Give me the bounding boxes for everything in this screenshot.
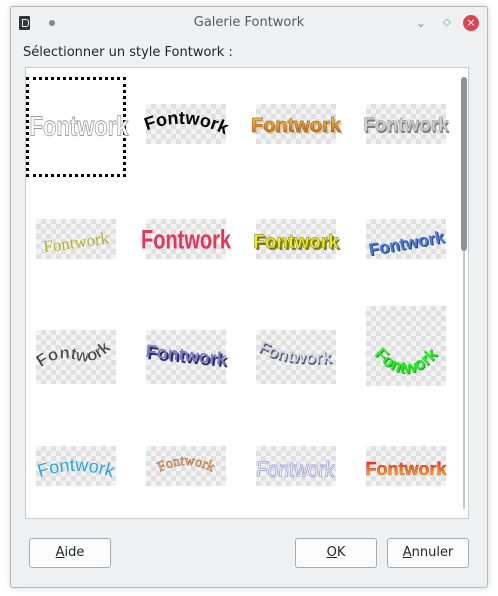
fontwork-preview: Fontwork Fontwork bbox=[366, 219, 447, 260]
fontwork-preview-art: Fontwork Fontwork bbox=[371, 344, 443, 379]
fontwork-preview: Fontwork Fontwork bbox=[145, 330, 230, 384]
fontwork-style-14[interactable]: Fontwork bbox=[136, 418, 236, 518]
fontwork-style-4[interactable]: Fontwork Fontwork bbox=[356, 77, 456, 177]
fontwork-sample-text: Fontwork bbox=[251, 115, 342, 137]
close-icon[interactable]: × bbox=[463, 15, 479, 31]
fontwork-sample-text: Fontwork bbox=[366, 459, 448, 479]
fontwork-style-9[interactable]: Fontwork bbox=[26, 303, 126, 403]
cancel-button-label: nnuler bbox=[411, 545, 454, 560]
fontwork-style-15[interactable]: Fontwork bbox=[246, 418, 346, 518]
fontwork-sample-text: Fontwork bbox=[33, 337, 115, 371]
ok-button[interactable]: OK bbox=[295, 538, 377, 568]
fontwork-sample-text: Fontwork bbox=[367, 227, 446, 259]
fontwork-preview: Fontwork Fontwork bbox=[366, 306, 446, 386]
svg-text:Fontwork: Fontwork bbox=[155, 454, 216, 476]
fontwork-sample-text: Fontwork bbox=[256, 337, 333, 367]
fontwork-sample-text: Fontwork bbox=[155, 454, 217, 476]
fontwork-preview: Fontwork Fontwork bbox=[253, 219, 341, 259]
help-button-mnemonic: A bbox=[55, 545, 65, 560]
fontwork-preview-art: Fontwork bbox=[155, 454, 217, 476]
gallery-scrollbar-track[interactable] bbox=[463, 251, 465, 509]
gallery-scrollbar-thumb[interactable] bbox=[461, 77, 467, 251]
fontwork-style-2[interactable]: Fontwork bbox=[136, 77, 236, 177]
fontwork-sample-text: Fontwork bbox=[255, 457, 336, 481]
fontwork-style-13[interactable]: Fontwork bbox=[26, 418, 126, 518]
select-style-label: Sélectionner un style Fontwork : bbox=[23, 45, 233, 60]
minimize-icon[interactable]: ⌄ bbox=[413, 15, 429, 31]
fontwork-style-3[interactable]: Fontwork Fontwork bbox=[246, 77, 346, 177]
fontwork-style-12[interactable]: Fontwork Fontwork bbox=[356, 303, 456, 403]
fontwork-style-grid[interactable]: Fontwork Fontwork Fontwork Fontwork Font… bbox=[25, 67, 469, 519]
fontwork-preview: Fontwork bbox=[33, 330, 116, 384]
fontwork-style-6[interactable]: Fontwork bbox=[136, 190, 236, 290]
fontwork-preview: Fontwork Fontwork bbox=[251, 104, 344, 144]
fontwork-preview: Fontwork Fontwork bbox=[363, 104, 450, 144]
fontwork-preview-art: Fontwork bbox=[142, 108, 233, 139]
fontwork-preview-art: Fontwork bbox=[365, 459, 448, 479]
cancel-button[interactable]: Annuler bbox=[387, 538, 469, 568]
fontwork-sample-text: Fontwork bbox=[141, 225, 232, 256]
fontwork-sample-text: Fontwork bbox=[42, 228, 111, 256]
fontwork-sample-text: Fontwork bbox=[145, 341, 229, 369]
svg-text:Fontwork: Fontwork bbox=[35, 455, 118, 482]
fontwork-preview: Fontwork bbox=[141, 219, 232, 259]
cancel-button-mnemonic: A bbox=[402, 545, 412, 560]
fontwork-preview: Fontwork bbox=[36, 219, 116, 259]
fontwork-gallery-dialog: Galerie Fontwork ⌄ ◇ × Sélectionner un s… bbox=[10, 6, 488, 588]
svg-text:Fontwork: Fontwork bbox=[142, 108, 233, 139]
fontwork-preview: Fontwork bbox=[35, 446, 118, 486]
fontwork-preview: Fontwork bbox=[146, 446, 226, 486]
ok-button-label: K bbox=[336, 545, 346, 560]
fontwork-preview-art: Fontwork Fontwork bbox=[145, 341, 230, 372]
fontwork-preview-art: Fontwork Fontwork bbox=[367, 227, 447, 260]
fontwork-sample-text: Fontwork bbox=[253, 232, 339, 253]
svg-text:Fontwork: Fontwork bbox=[371, 344, 442, 378]
fontwork-preview: Fontwork bbox=[255, 446, 337, 486]
fontwork-style-10[interactable]: Fontwork Fontwork bbox=[136, 303, 236, 403]
fontwork-style-11[interactable]: Fontwork Fontwork bbox=[246, 303, 346, 403]
fontwork-preview-art: Fontwork bbox=[255, 457, 337, 482]
svg-text:Fontwork: Fontwork bbox=[33, 337, 115, 370]
fontwork-sample-text: Fontwork bbox=[371, 344, 442, 378]
title-bar[interactable]: Galerie Fontwork ⌄ ◇ × bbox=[11, 7, 487, 39]
help-button-label: ide bbox=[64, 545, 85, 560]
fontwork-sample-text: Fontwork bbox=[30, 111, 129, 142]
fontwork-style-5[interactable]: Fontwork bbox=[26, 190, 126, 290]
fontwork-preview-art: Fontwork Fontwork bbox=[363, 115, 450, 138]
fontwork-sample-text: Fontwork bbox=[363, 115, 449, 136]
fontwork-preview: Fontwork bbox=[142, 104, 233, 144]
ok-button-mnemonic: O bbox=[326, 545, 337, 560]
fontwork-style-7[interactable]: Fontwork Fontwork bbox=[246, 190, 346, 290]
fontwork-preview-art: Fontwork Fontwork bbox=[251, 115, 344, 139]
fontwork-sample-text: Fontwork bbox=[35, 455, 118, 482]
fontwork-preview-art: Fontwork bbox=[29, 111, 129, 143]
fontwork-preview-art: Fontwork bbox=[33, 337, 115, 371]
svg-text:Fontwork: Fontwork bbox=[256, 337, 333, 367]
fontwork-preview: Fontwork bbox=[365, 446, 448, 486]
fontwork-preview: Fontwork bbox=[29, 107, 129, 147]
help-button[interactable]: Aide bbox=[29, 538, 111, 568]
maximize-icon[interactable]: ◇ bbox=[439, 15, 455, 31]
fontwork-preview: Fontwork Fontwork bbox=[256, 330, 336, 384]
fontwork-preview-art: Fontwork bbox=[42, 228, 111, 256]
fontwork-preview-art: Fontwork bbox=[35, 455, 118, 482]
fontwork-style-8[interactable]: Fontwork Fontwork bbox=[356, 190, 456, 290]
fontwork-style-1[interactable]: Fontwork bbox=[26, 77, 129, 177]
fontwork-preview-art: Fontwork Fontwork bbox=[256, 337, 334, 369]
fontwork-preview-art: Fontwork Fontwork bbox=[253, 232, 341, 255]
fontwork-sample-text: Fontwork bbox=[142, 108, 233, 139]
fontwork-style-16[interactable]: Fontwork bbox=[356, 418, 456, 518]
fontwork-preview-art: Fontwork bbox=[141, 225, 232, 256]
